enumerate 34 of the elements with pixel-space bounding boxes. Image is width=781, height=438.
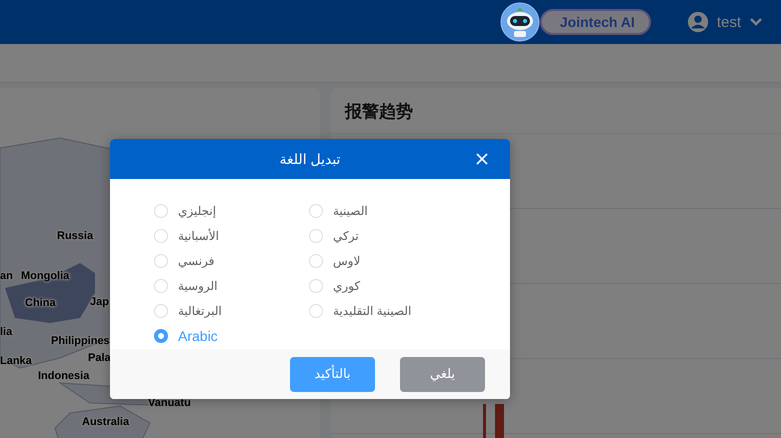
panel-title: 报警趋势 xyxy=(331,88,781,134)
map-label: Australia xyxy=(82,416,130,428)
map-label: China xyxy=(25,297,56,309)
map-label: Lanka xyxy=(0,355,32,367)
robot-avatar-icon[interactable] xyxy=(500,2,540,42)
language-option-label[interactable]: إنجليزي xyxy=(178,204,216,218)
language-option-label[interactable]: الأسبانية xyxy=(178,228,219,242)
close-icon xyxy=(474,151,490,167)
chart-bar xyxy=(483,404,486,438)
cancel-button[interactable]: يلغي xyxy=(400,356,485,392)
map-label: Pala xyxy=(88,352,111,364)
language-option-label[interactable]: الصينية xyxy=(333,204,368,218)
map-label: Philippines xyxy=(51,335,110,347)
map-label: Russia xyxy=(57,230,94,242)
map-label: Indonesia xyxy=(38,370,90,382)
language-option-label[interactable]: فرنسي xyxy=(178,254,214,268)
dialog-title: تبديل اللغة xyxy=(280,150,340,168)
chevron-down-icon xyxy=(749,17,763,27)
map-label: Jap xyxy=(90,296,109,308)
language-option-label[interactable]: كوري xyxy=(333,278,360,292)
language-option-label[interactable]: الروسية xyxy=(178,278,218,292)
radio-button[interactable] xyxy=(154,328,168,342)
map-label: lia xyxy=(0,326,12,338)
chart-bar xyxy=(495,404,504,438)
user-icon xyxy=(686,11,709,33)
map-label: Mongolia xyxy=(21,270,70,282)
language-option-label[interactable]: لاوس xyxy=(333,254,360,268)
user-menu[interactable]: test xyxy=(686,11,763,33)
close-button[interactable] xyxy=(474,151,490,167)
map-label: Vanuatu xyxy=(148,397,191,409)
language-option-label[interactable]: الصينية التقليدية xyxy=(333,304,412,318)
language-option-label[interactable]: تركي xyxy=(333,228,359,242)
language-option-label[interactable]: البرتغالية xyxy=(178,304,222,318)
map-label: an xyxy=(0,270,13,282)
